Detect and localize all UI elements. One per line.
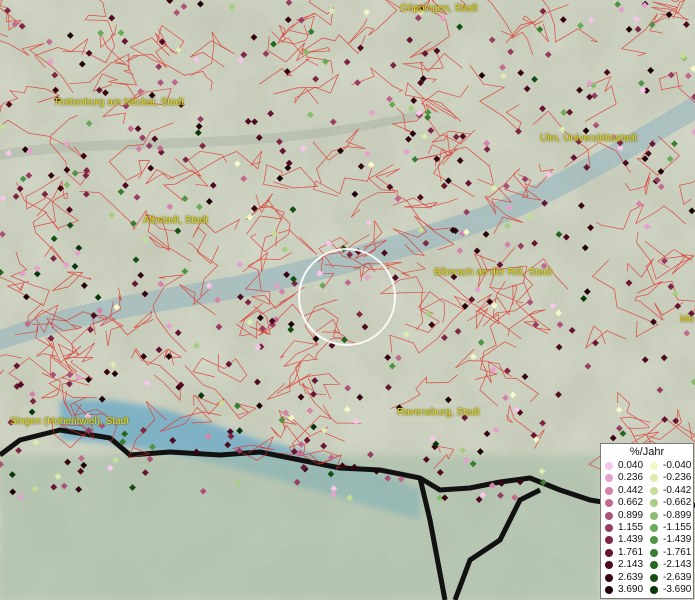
legend-swatch — [650, 462, 658, 470]
legend-value: 3.690 — [618, 584, 644, 595]
legend-swatch — [650, 486, 658, 495]
legend-swatch — [605, 511, 613, 520]
legend-value: 0.236 — [618, 472, 644, 484]
city-label: Göppingen, Stadt — [400, 3, 478, 14]
legend-swatch — [650, 548, 658, 557]
legend-value: -1.155 — [663, 522, 692, 533]
city-label: Albstadt, Stadt — [143, 215, 209, 226]
city-label: Rottenburg am Neckar, Stadt — [55, 97, 184, 108]
legend-swatch — [605, 548, 613, 557]
legend-swatch — [605, 486, 613, 495]
legend-value: 0.442 — [618, 484, 644, 496]
legend-value: -0.899 — [663, 509, 692, 521]
city-label: Me — [680, 314, 694, 325]
legend-value: 1.439 — [618, 534, 644, 546]
legend-value: -0.442 — [663, 484, 692, 496]
city-label: Ulm, Universitätsstadt — [540, 133, 638, 144]
legend-swatch — [605, 474, 613, 483]
city-label: Singen (Hohentwiel), Stadt — [10, 416, 129, 427]
legend: %/Jahr 0.040 -0.040 0.236 -0.236 0.442 -0.442… — [600, 443, 694, 599]
legend-value: 2.639 — [618, 571, 644, 583]
legend-swatch — [605, 573, 613, 582]
legend-swatch — [605, 586, 613, 594]
lowland-area — [0, 455, 600, 600]
legend-value: -0.662 — [663, 497, 692, 509]
legend-swatch — [650, 524, 658, 532]
legend-swatch — [605, 536, 613, 545]
legend-value: -1.439 — [663, 534, 692, 546]
legend-swatch — [650, 561, 658, 570]
legend-swatch — [605, 499, 613, 508]
legend-swatch — [650, 511, 658, 520]
legend-swatch — [605, 561, 613, 570]
city-label: Ravensburg, Stadt — [397, 407, 480, 418]
legend-value: -0.040 — [663, 460, 692, 471]
legend-swatch — [605, 524, 613, 532]
map-view[interactable]: Göppingen, Stadt Rottenburg am Neckar, St… — [0, 0, 695, 600]
legend-swatch — [650, 573, 658, 582]
legend-title: %/Jahr — [629, 446, 665, 458]
legend-value: -2.639 — [663, 571, 692, 583]
legend-value: -1.761 — [663, 546, 692, 558]
legend-value: 1.761 — [618, 546, 644, 558]
legend-value: 0.662 — [618, 497, 644, 509]
legend-value: 0.899 — [618, 509, 644, 521]
search-radius-circle[interactable] — [298, 248, 396, 346]
legend-value: 1.155 — [618, 522, 644, 533]
legend-value: 0.040 — [618, 460, 644, 471]
legend-value: 2.143 — [618, 559, 644, 571]
city-label: Biberach an der Riß, Stadt — [434, 267, 552, 278]
legend-value: -2.143 — [663, 559, 692, 571]
legend-swatch — [650, 499, 658, 508]
legend-swatch — [650, 536, 658, 545]
legend-value: -3.690 — [663, 584, 692, 595]
legend-swatch — [605, 462, 613, 470]
legend-value: -0.236 — [663, 472, 692, 484]
legend-swatch — [650, 586, 658, 594]
legend-swatch — [650, 474, 658, 483]
